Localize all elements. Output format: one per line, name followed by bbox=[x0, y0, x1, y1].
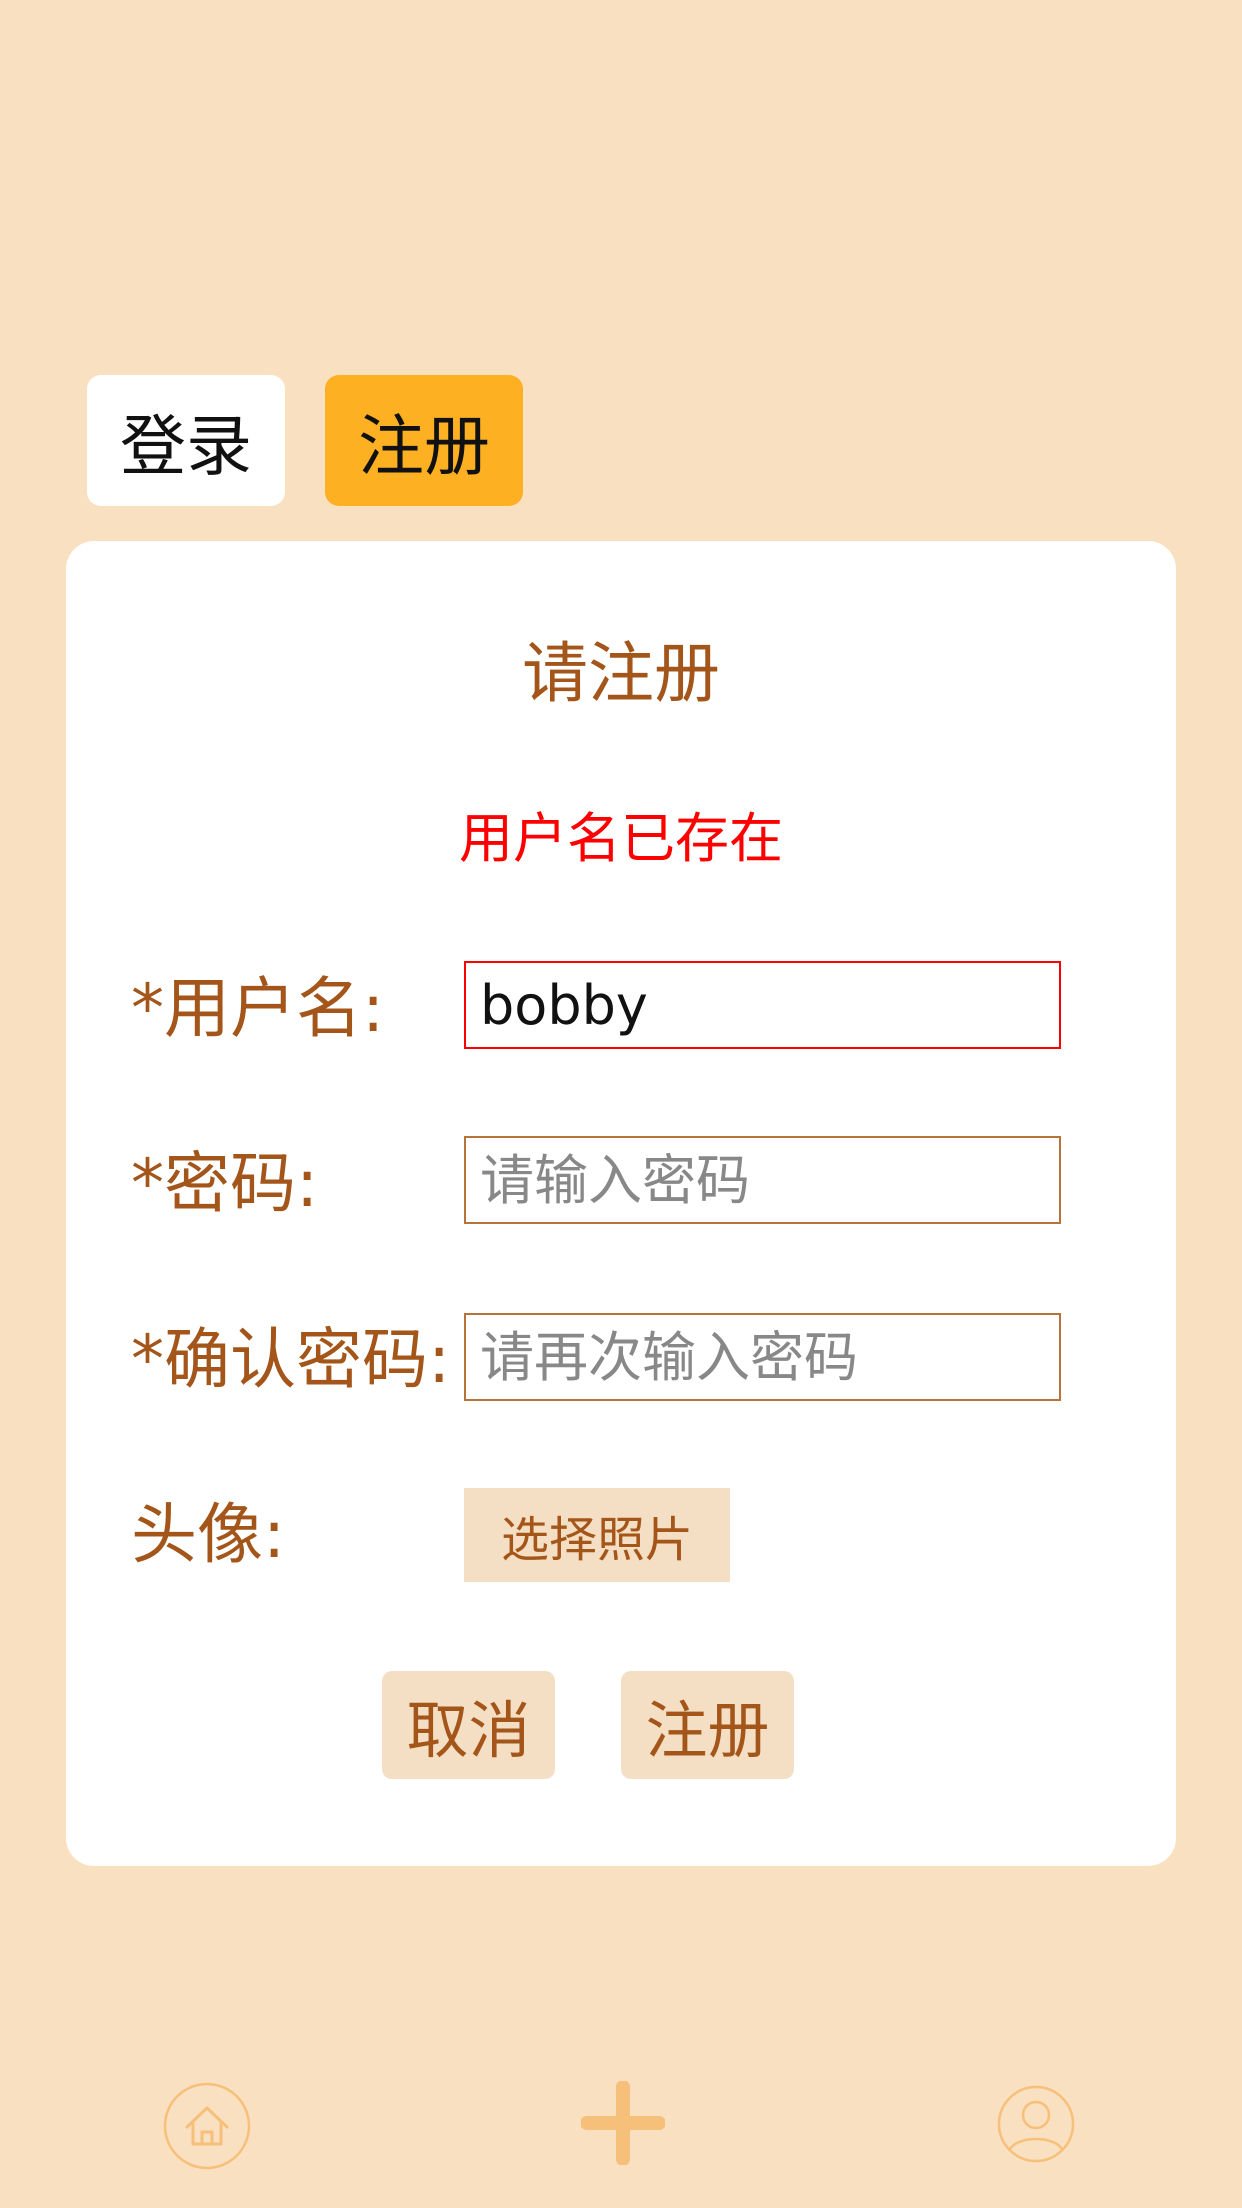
avatar-label: 头像: bbox=[131, 1496, 286, 1573]
nav-home[interactable] bbox=[163, 2082, 251, 2170]
password-input[interactable] bbox=[464, 1136, 1061, 1224]
nav-add[interactable] bbox=[581, 2081, 665, 2165]
register-card: 请注册 用户名已存在 *用户名: *密码: *确认密码: 头像: 选择照片 取消… bbox=[66, 541, 1176, 1866]
form-title: 请注册 bbox=[522, 635, 720, 712]
confirm-password-label: *确认密码: bbox=[131, 1321, 451, 1398]
plus-icon bbox=[581, 2081, 665, 2165]
nav-profile[interactable] bbox=[997, 2085, 1075, 2163]
home-icon bbox=[163, 2082, 251, 2170]
tab-register[interactable]: 注册 bbox=[325, 375, 523, 506]
username-input[interactable] bbox=[464, 961, 1061, 1049]
username-label: *用户名: bbox=[131, 970, 385, 1047]
confirm-password-input[interactable] bbox=[464, 1313, 1061, 1401]
password-label: *密码: bbox=[131, 1145, 319, 1222]
choose-photo-button[interactable]: 选择照片 bbox=[464, 1488, 730, 1582]
error-message: 用户名已存在 bbox=[459, 807, 783, 870]
tab-login[interactable]: 登录 bbox=[87, 375, 285, 506]
user-icon bbox=[997, 2085, 1075, 2163]
register-submit-button[interactable]: 注册 bbox=[621, 1671, 794, 1779]
cancel-button[interactable]: 取消 bbox=[382, 1671, 555, 1779]
